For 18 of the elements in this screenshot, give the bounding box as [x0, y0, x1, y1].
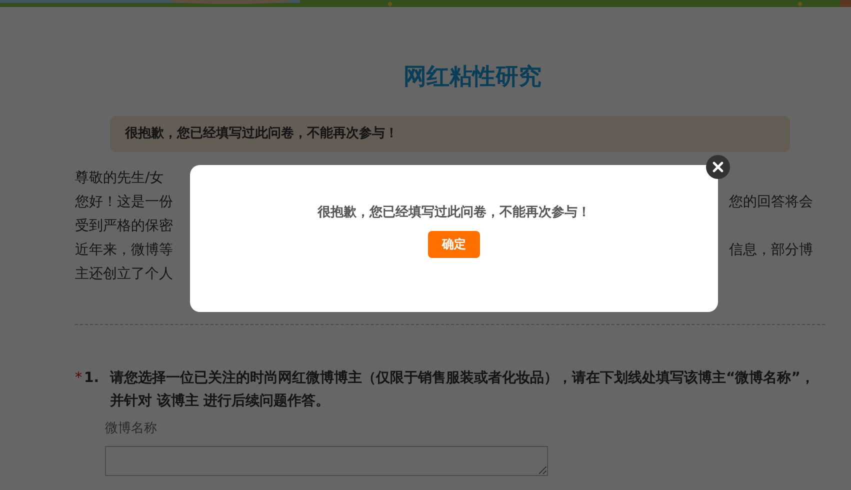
intro-text: 尊敬的先生/女	[75, 169, 164, 187]
alert-message: 很抱歉，您已经填写过此问卷，不能再次参与！	[110, 116, 790, 152]
close-icon	[710, 159, 726, 175]
question-number: 1.	[84, 369, 100, 388]
question-text: 请您选择一位已关注的时尚网红微博博主（仅限于销售服装或者化妆品），请在下划线处填写该博主“微博名称”，并针对 该博主 进行后续问题作答。	[110, 368, 816, 411]
field-label: 微博名称	[105, 420, 158, 437]
intro-text: 主还创立了个人	[75, 265, 173, 283]
input-field[interactable]	[105, 446, 548, 476]
intro-text: 信息，部分博	[729, 241, 813, 259]
close-button[interactable]	[706, 155, 730, 179]
survey-title: 网红粘性研究	[402, 63, 542, 92]
intro-text: 您的回答将会	[729, 193, 813, 211]
intro-text: 近年来，微博等	[75, 241, 173, 259]
confirm-button[interactable]: 确定	[428, 231, 480, 258]
required-mark: *	[75, 369, 82, 388]
intro-text: 您好！这是一份	[75, 193, 173, 211]
intro-text: 受到严格的保密	[75, 217, 173, 235]
dialog-message: 很抱歉，您已经填写过此问卷，不能再次参与！	[318, 204, 590, 221]
